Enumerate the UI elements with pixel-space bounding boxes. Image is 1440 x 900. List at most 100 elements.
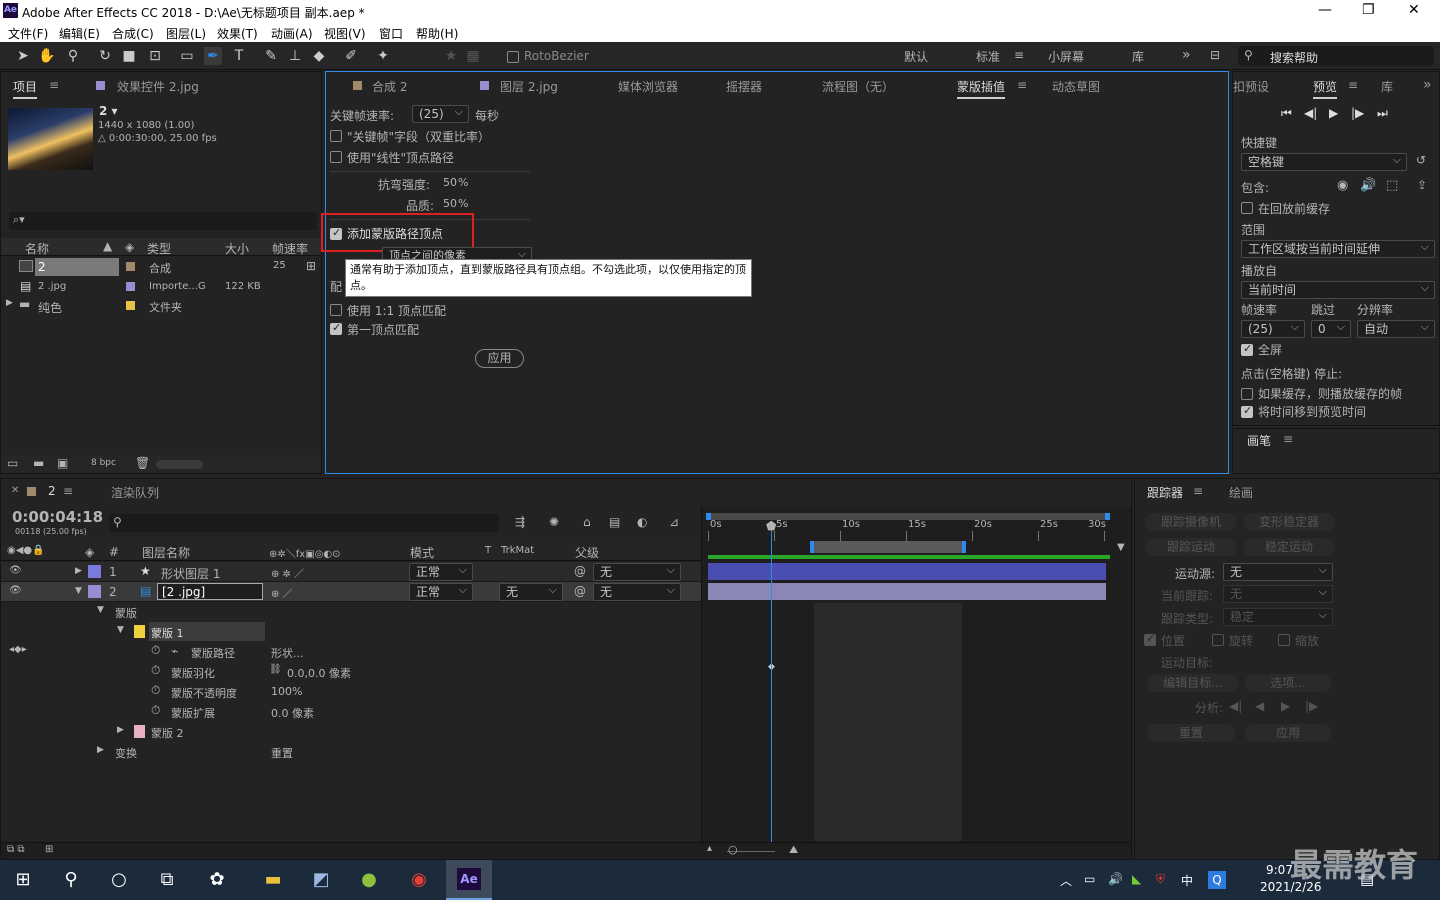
layer-bar-1[interactable] (708, 563, 1106, 580)
tray-expand-icon[interactable]: ︿ (1060, 872, 1072, 889)
linear-vertex-checkbox[interactable] (330, 151, 342, 163)
watermelon-app-icon[interactable]: ● (356, 868, 382, 892)
pickwhip-icon[interactable]: @ (574, 584, 586, 598)
frame-blending-icon[interactable]: ▤ (609, 515, 620, 529)
expand-arrow-icon[interactable]: ▶ (75, 566, 82, 576)
timeline-search-input[interactable]: ⚲ (109, 514, 499, 532)
project-row-folder[interactable]: ▶ ▬ 纯色 文件夹 (1, 297, 321, 317)
pinwheel-app-icon[interactable]: ✿ (204, 868, 230, 892)
track-type-dropdown[interactable]: 稳定 (1223, 607, 1333, 626)
motion-blur-icon[interactable]: ◐ (637, 515, 647, 529)
eye-icon[interactable]: 👁 (9, 585, 22, 596)
more-panels-icon[interactable]: » (1423, 77, 1432, 93)
minimize-button[interactable]: — (1318, 2, 1332, 18)
panel-menu-icon[interactable]: ≡ (1348, 78, 1358, 92)
clock-time[interactable]: 9:07 (1266, 863, 1293, 877)
help-search-input[interactable]: ⚲ 搜索帮助 (1238, 46, 1434, 66)
draft-3d-icon[interactable]: ✺ (549, 515, 559, 529)
menu-layer[interactable]: 图层(L) (166, 25, 206, 42)
parent-dropdown[interactable]: 无 (593, 562, 681, 581)
keyframe-rate-dropdown[interactable]: (25) (412, 104, 469, 123)
close-button[interactable]: ✕ (1408, 2, 1420, 18)
rotobezier-checkbox[interactable] (507, 51, 519, 63)
rectangle-tool-icon[interactable]: ▭ (178, 47, 196, 65)
apply-button[interactable]: 应用 (475, 349, 524, 368)
mask-color-swatch[interactable] (134, 725, 145, 738)
parent-dropdown[interactable]: 无 (593, 582, 681, 601)
roto-brush-icon[interactable]: ✐ (342, 47, 360, 65)
expand-arrow-icon[interactable]: ▶ (117, 725, 124, 735)
layer-switches[interactable]: ⊕ ／ (271, 585, 293, 600)
security-icon[interactable]: ⛨ (1156, 872, 1165, 887)
property-value[interactable]: 0.0 像素 (271, 705, 314, 721)
workspace-small-screen[interactable]: 小屏幕 (1048, 48, 1084, 65)
tab-motion-sketch[interactable]: 动态草图 (1052, 78, 1100, 95)
track-motion-button[interactable]: 跟踪运动 (1145, 538, 1237, 556)
stopwatch-icon[interactable]: ⏱ (151, 663, 160, 678)
zoom-slider-handle-icon[interactable]: ○ (728, 843, 738, 856)
play-icon[interactable]: ▶ (1329, 106, 1338, 120)
collapse-arrow-icon[interactable]: ▼ (75, 586, 82, 596)
property-row-mask-expansion[interactable]: ⏱ 蒙版扩展 0.0 像素 (1, 702, 701, 722)
collapse-arrow-icon[interactable]: ▼ (117, 625, 124, 635)
chrome-icon[interactable]: ◉ (406, 868, 432, 892)
quality-value[interactable]: 50 (443, 197, 457, 210)
notepad-icon[interactable]: ◩ (308, 868, 334, 892)
options-button[interactable]: 选项... (1245, 674, 1331, 692)
zoom-in-icon[interactable]: ⛰ (789, 843, 798, 857)
menu-effect[interactable]: 效果(T) (217, 25, 258, 42)
tab-comp-timeline[interactable]: 2 (48, 484, 56, 498)
panel-menu-icon[interactable]: ≡ (63, 484, 73, 498)
layer-switches-toggle-icon[interactable]: ⧉ ⧉ (7, 844, 24, 855)
first-frame-icon[interactable]: ⏮ (1281, 106, 1292, 121)
puppet-pin-icon[interactable]: ✦ (374, 47, 392, 65)
include-video-icon[interactable]: ◉ (1337, 178, 1348, 193)
parent-column[interactable]: 父级 (575, 544, 599, 561)
rotation-checkbox[interactable] (1212, 634, 1224, 646)
pickwhip-icon[interactable]: @ (574, 564, 586, 578)
search-icon[interactable]: ⚲ (58, 868, 84, 892)
col-size[interactable]: 大小 (225, 240, 249, 257)
type-tool-icon[interactable]: T (230, 47, 248, 65)
thumbnail-scrollbar[interactable] (156, 460, 203, 469)
tab-preview[interactable]: 预览 (1313, 78, 1338, 99)
property-row-mask-path[interactable]: ◂◆▸ ⏱ ⌁ 蒙版路径 形状... (1, 642, 701, 662)
keyframe-fields-checkbox[interactable] (330, 130, 342, 142)
comp-button-icon[interactable]: ▼ (1117, 542, 1125, 553)
pen-tool-icon[interactable]: ✒ (204, 47, 222, 65)
move-time-checkbox[interactable] (1241, 404, 1253, 418)
last-frame-icon[interactable]: ⏭ (1377, 106, 1388, 121)
current-timecode[interactable]: 0:00:04:18 (12, 508, 103, 526)
workspace-standard[interactable]: 标准 (976, 48, 1000, 65)
collapse-arrow-icon[interactable]: ▼ (97, 605, 104, 615)
tab-render-queue[interactable]: 渲染队列 (111, 484, 159, 501)
property-row-mask1[interactable]: ▼ 蒙版 1 (1, 622, 701, 642)
zoom-tool-icon[interactable]: ⚲ (64, 47, 82, 65)
menu-window[interactable]: 窗口 (379, 25, 403, 42)
tab-media-browser[interactable]: 媒体浏览器 (618, 78, 678, 95)
col-name[interactable]: 名称 (25, 240, 49, 257)
project-search-input[interactable]: ⌕▾ (9, 212, 317, 230)
task-view-icon[interactable]: ⧉ (154, 868, 180, 892)
restore-button[interactable]: ❐ (1362, 2, 1375, 18)
cache-before-checkbox[interactable] (1241, 202, 1253, 214)
work-area-range[interactable] (810, 541, 966, 553)
stopwatch-icon[interactable]: ⏱ (151, 703, 160, 718)
one-to-one-match-checkbox[interactable] (330, 304, 342, 316)
prev-frame-icon[interactable]: ◀| (1304, 106, 1317, 120)
tab-libraries[interactable]: 库 (1381, 78, 1393, 95)
layer-name-field[interactable]: [2 .jpg] (157, 583, 263, 600)
pan-behind-tool-icon[interactable]: ⊡ (146, 47, 164, 65)
clone-stamp-icon[interactable]: ⊥ (286, 47, 304, 65)
include-audio-icon[interactable]: 🔊 (1360, 178, 1376, 193)
camera-tool-icon[interactable]: ■ (120, 47, 138, 65)
new-folder-icon[interactable]: ▬ (33, 456, 44, 470)
after-effects-taskbar-button[interactable]: Ae (446, 860, 492, 900)
tab-wiggler[interactable]: 摇摆器 (726, 78, 762, 95)
tab-layer[interactable]: 图层 2.jpg (500, 78, 558, 95)
tab-brushes[interactable]: 画笔 (1247, 432, 1271, 449)
interpret-footage-icon[interactable]: ▭ (7, 456, 18, 470)
expand-arrow-icon[interactable]: ▶ (97, 745, 104, 755)
tab-paint[interactable]: 绘画 (1229, 484, 1253, 501)
range-dropdown[interactable]: 工作区域按当前时间延伸 (1241, 239, 1435, 258)
